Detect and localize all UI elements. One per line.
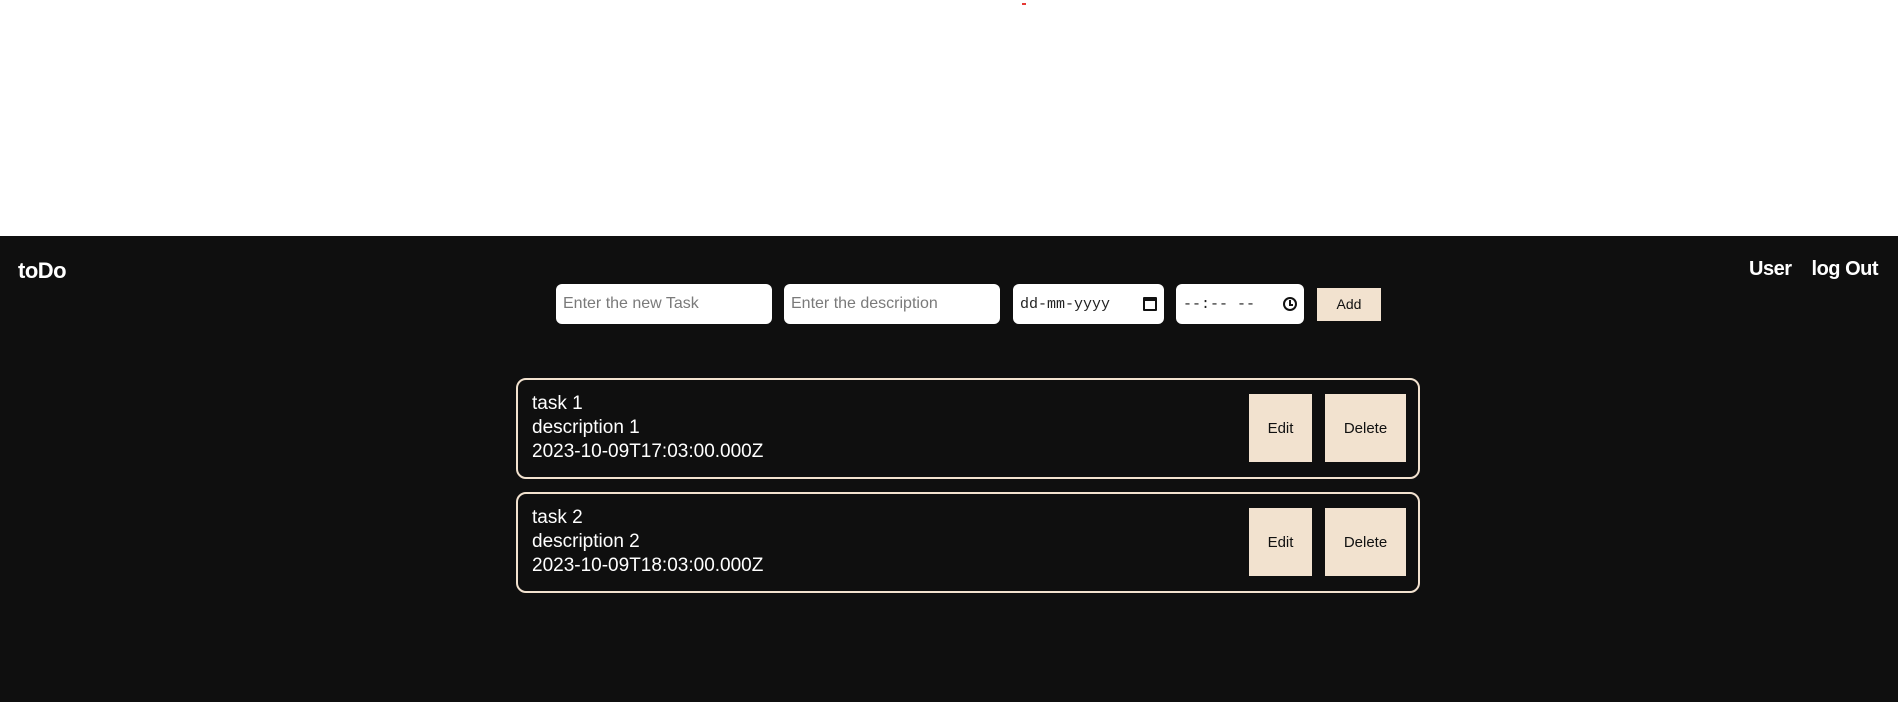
task-input[interactable] <box>556 284 772 324</box>
description-input[interactable] <box>784 284 1000 324</box>
nav-user-link[interactable]: User <box>1749 258 1792 281</box>
add-task-form: dd-mm-yyyy --:-- -- Add <box>556 284 1381 324</box>
clock-icon[interactable] <box>1283 297 1297 311</box>
task-details: task 2 description 2 2023-10-09T18:03:00… <box>532 506 763 578</box>
app-container: toDo User log Out dd-mm-yyyy --:-- -- Ad… <box>0 236 1898 702</box>
edit-button[interactable]: Edit <box>1249 508 1312 576</box>
task-list: task 1 description 1 2023-10-09T17:03:00… <box>516 378 1420 606</box>
time-placeholder: --:-- -- <box>1183 295 1256 313</box>
calendar-icon[interactable] <box>1143 297 1157 311</box>
blank-top-area <box>0 0 1898 236</box>
edit-button[interactable]: Edit <box>1249 394 1312 462</box>
top-nav: User log Out <box>1749 258 1878 281</box>
task-datetime: 2023-10-09T17:03:00.000Z <box>532 441 764 462</box>
task-card: task 1 description 1 2023-10-09T17:03:00… <box>516 378 1420 479</box>
task-title: task 1 <box>532 393 583 414</box>
brand-logo: toDo <box>18 258 67 283</box>
task-description: description 2 <box>532 531 640 552</box>
task-title: task 2 <box>532 507 583 528</box>
task-actions: Edit Delete <box>1249 394 1406 462</box>
task-details: task 1 description 1 2023-10-09T17:03:00… <box>532 392 763 464</box>
date-input[interactable]: dd-mm-yyyy <box>1013 284 1164 324</box>
date-placeholder: dd-mm-yyyy <box>1020 295 1111 313</box>
task-datetime: 2023-10-09T18:03:00.000Z <box>532 555 764 576</box>
red-marker <box>1022 3 1026 5</box>
task-card: task 2 description 2 2023-10-09T18:03:00… <box>516 492 1420 593</box>
task-description: description 1 <box>532 417 640 438</box>
add-button[interactable]: Add <box>1317 287 1381 321</box>
delete-button[interactable]: Delete <box>1325 508 1406 576</box>
nav-logout-link[interactable]: log Out <box>1812 258 1879 281</box>
time-input[interactable]: --:-- -- <box>1176 284 1304 324</box>
task-actions: Edit Delete <box>1249 508 1406 576</box>
delete-button[interactable]: Delete <box>1325 394 1406 462</box>
